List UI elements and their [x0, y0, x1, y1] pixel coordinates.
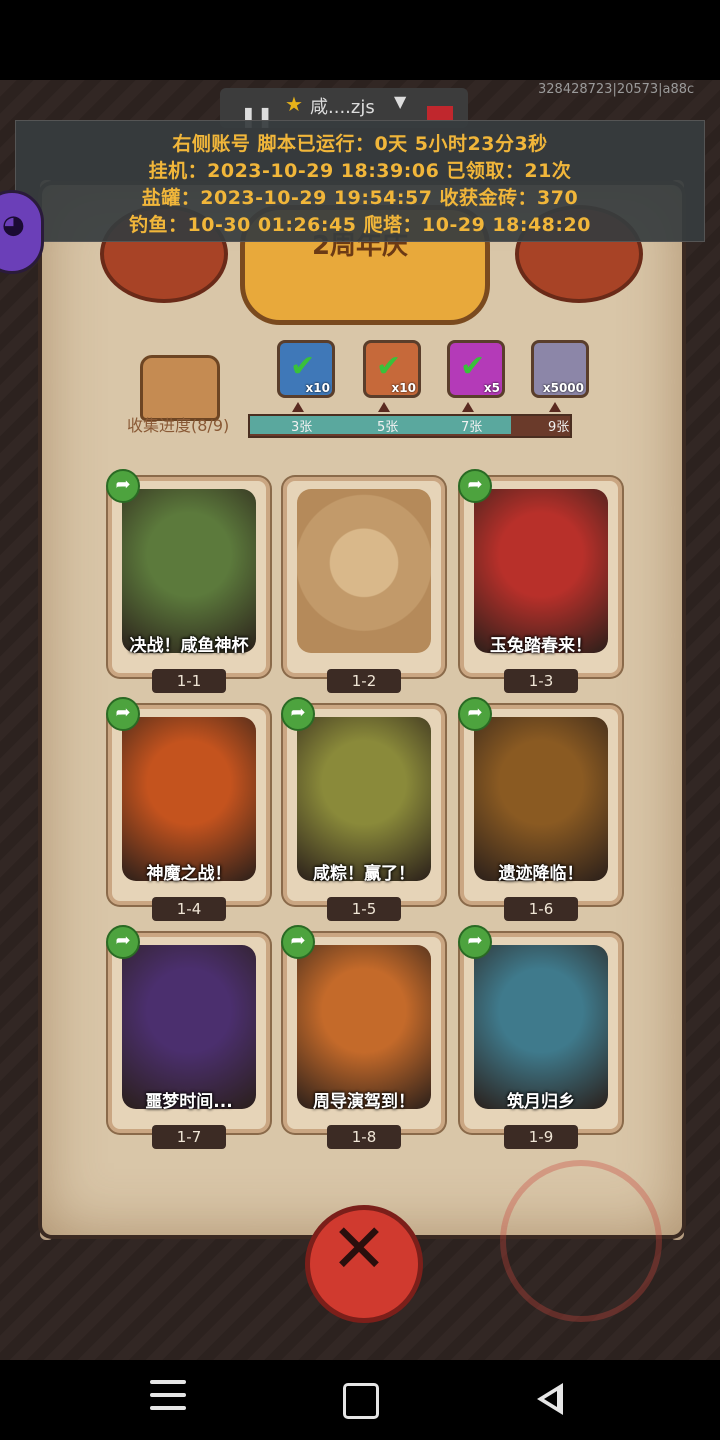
story-card[interactable]: 筑月归乡 — [460, 933, 622, 1133]
card-caption: 筑月归乡 — [507, 1092, 575, 1112]
claimed-check-icon: ✔ — [290, 349, 316, 384]
script-tab-title: 咸....zjs — [310, 97, 375, 118]
stage-label: 1-7 — [152, 1125, 226, 1149]
collection-progress-label: 收集进度(8/9) — [127, 416, 230, 435]
stop-indicator[interactable] — [427, 106, 453, 120]
status-line-runtime: 右侧账号 脚本已运行：0天 5小时23分3秒 — [172, 133, 548, 155]
close-icon[interactable]: ✕ — [326, 1210, 392, 1289]
card-artwork — [122, 717, 256, 881]
story-card[interactable]: 噩梦时间... — [108, 933, 270, 1133]
story-card[interactable]: 周导演驾到！ — [283, 933, 445, 1133]
story-card[interactable]: 咸粽！赢了！ — [283, 705, 445, 905]
milestone-label: 7张 — [461, 420, 483, 435]
card-caption: 玉兔踏春来！ — [490, 636, 592, 656]
milestone-label: 3张 — [291, 420, 313, 435]
reward-item[interactable]: ✔ x5 — [447, 340, 505, 398]
milestone-label: 9张 — [548, 420, 570, 435]
card-caption: 决战！咸鱼神杯 — [129, 636, 249, 656]
reward-quantity: x5000 — [542, 381, 584, 395]
stage-label: 1-3 — [504, 669, 578, 693]
share-icon[interactable]: ➦ — [458, 925, 492, 959]
claimed-check-icon: ✔ — [460, 349, 486, 384]
share-icon[interactable]: ➦ — [458, 697, 492, 731]
seal-stamp-icon — [500, 1160, 662, 1322]
script-status-panel: 右侧账号 脚本已运行：0天 5小时23分3秒 挂机：2023-10-29 18:… — [15, 120, 705, 242]
chevron-down-icon[interactable]: ▼ — [394, 92, 406, 111]
story-card[interactable]: 神魔之战！ — [108, 705, 270, 905]
milestone-marker — [549, 402, 561, 412]
star-icon: ★ — [285, 92, 303, 116]
menu-icon[interactable] — [150, 1380, 186, 1416]
milestone-label: 5张 — [377, 420, 399, 435]
status-line-salt-jar: 盐罐：2023-10-29 19:54:57 收获金砖：370 — [141, 187, 579, 209]
reward-quantity: x10 — [391, 381, 416, 395]
reward-item[interactable]: ✔ x10 — [363, 340, 421, 398]
card-caption: 噩梦时间... — [145, 1092, 233, 1112]
milestone-marker — [292, 402, 304, 412]
stage-label: 1-5 — [327, 897, 401, 921]
milestone-marker — [462, 402, 474, 412]
stage-label: 1-1 — [152, 669, 226, 693]
milestone-marker — [378, 402, 390, 412]
card-artwork — [474, 945, 608, 1109]
story-card[interactable] — [283, 477, 445, 677]
status-line-idle: 挂机：2023-10-29 18:39:06 已领取：21次 — [148, 160, 572, 182]
card-artwork — [122, 489, 256, 653]
card-artwork — [474, 717, 608, 881]
back-icon-inner — [544, 1391, 557, 1407]
card-artwork — [122, 945, 256, 1109]
card-artwork — [297, 945, 431, 1109]
stage-label: 1-4 — [152, 897, 226, 921]
card-artwork — [297, 717, 431, 881]
stage-label: 1-6 — [504, 897, 578, 921]
locked-card-art — [297, 489, 431, 653]
reward-quantity: x10 — [305, 381, 330, 395]
share-icon[interactable]: ➦ — [106, 469, 140, 503]
card-caption: 遗迹降临！ — [498, 864, 584, 884]
card-caption: 周导演驾到！ — [313, 1092, 415, 1112]
device-id: 328428723|20573|a88c — [538, 82, 695, 97]
reward-quantity: x5 — [483, 381, 500, 395]
status-line-fishing: 钓鱼：10-30 01:26:45 爬塔：10-29 18:48:20 — [129, 214, 591, 236]
reward-item[interactable]: x5000 — [531, 340, 589, 398]
story-card[interactable]: 决战！咸鱼神杯 — [108, 477, 270, 677]
stage-label: 1-9 — [504, 1125, 578, 1149]
share-icon[interactable]: ➦ — [281, 925, 315, 959]
claimed-check-icon: ✔ — [376, 349, 402, 384]
card-artwork — [474, 489, 608, 653]
story-card[interactable]: 遗迹降临！ — [460, 705, 622, 905]
stage-label: 1-2 — [327, 669, 401, 693]
share-icon[interactable]: ➦ — [281, 697, 315, 731]
card-caption: 神魔之战！ — [146, 864, 232, 884]
reward-item[interactable]: ✔ x10 — [277, 340, 335, 398]
share-icon[interactable]: ➦ — [106, 925, 140, 959]
share-icon[interactable]: ➦ — [106, 697, 140, 731]
story-card[interactable]: 玉兔踏春来！ — [460, 477, 622, 677]
card-caption: 咸粽！赢了！ — [313, 864, 415, 884]
stage-label: 1-8 — [327, 1125, 401, 1149]
share-icon[interactable]: ➦ — [458, 469, 492, 503]
home-icon[interactable] — [343, 1383, 379, 1419]
status-bar — [0, 0, 720, 80]
ghost-face-icon: ◕ — [2, 210, 25, 240]
